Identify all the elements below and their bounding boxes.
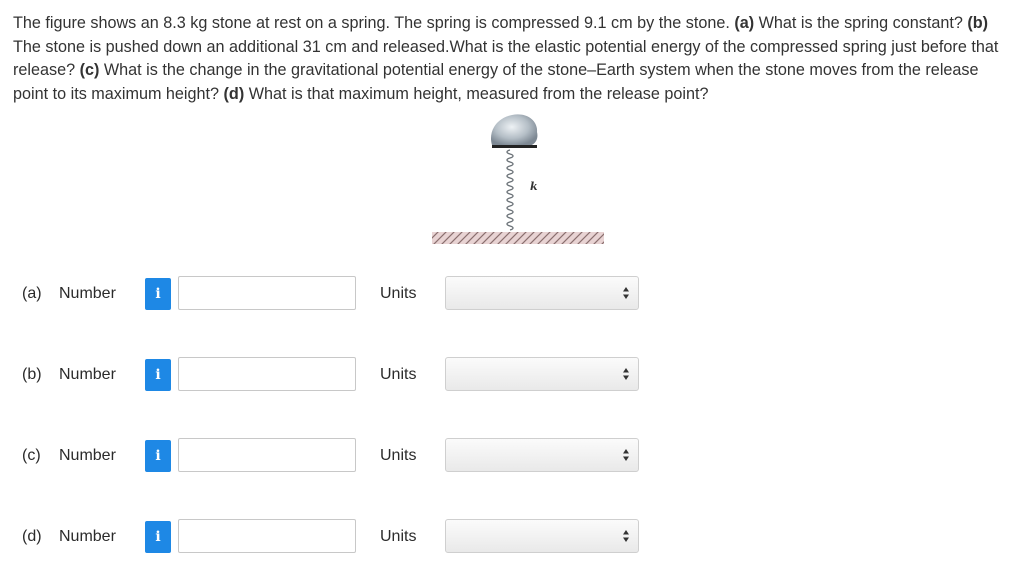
answer-row-d: (d) Number i Units: [0, 519, 1024, 557]
spring-constant-label: k: [530, 180, 538, 193]
stone-spring-figure: k: [430, 112, 606, 252]
spring-top-plate: [492, 145, 537, 148]
stone-shape: [490, 114, 538, 146]
number-input-b[interactable]: [178, 357, 356, 391]
info-icon[interactable]: i: [145, 278, 171, 310]
units-label-d: Units: [380, 528, 417, 545]
part-b-tag: (b): [967, 14, 989, 32]
answer-row-b: (b) Number i Units: [0, 357, 1024, 395]
number-input-c[interactable]: [178, 438, 356, 472]
spring-coil: [506, 149, 514, 231]
part-d-label: (d) Number: [22, 528, 116, 546]
part-a-label: (a) Number: [22, 285, 116, 303]
number-input-a[interactable]: [178, 276, 356, 310]
part-a-tag: (a): [734, 14, 755, 32]
select-arrows-icon: [623, 368, 629, 380]
info-icon[interactable]: i: [145, 521, 171, 553]
part-c-number-label: Number: [59, 447, 116, 464]
stone-spring-diagram: k: [432, 114, 604, 244]
part-c-letter: (c): [22, 447, 41, 464]
part-c-label: (c) Number: [22, 447, 116, 465]
part-d-letter: (d): [22, 528, 42, 545]
units-label-a: Units: [380, 285, 417, 302]
part-b-number-label: Number: [59, 366, 116, 383]
select-arrows-icon: [623, 287, 629, 299]
units-select-c[interactable]: [445, 438, 639, 472]
part-a-letter: (a): [22, 285, 42, 302]
units-label-b: Units: [380, 366, 417, 383]
info-icon[interactable]: i: [145, 359, 171, 391]
question-intro: The figure shows an 8.3 kg stone at rest…: [13, 14, 735, 32]
question-part-a: What is the spring constant?: [754, 14, 968, 32]
select-arrows-icon: [623, 530, 629, 542]
answer-row-a: (a) Number i Units: [0, 276, 1024, 314]
number-input-d[interactable]: [178, 519, 356, 553]
units-select-a[interactable]: [445, 276, 639, 310]
part-d-number-label: Number: [59, 528, 116, 545]
units-label-c: Units: [380, 447, 417, 464]
question-text: The figure shows an 8.3 kg stone at rest…: [13, 12, 1008, 106]
part-d-tag: (d): [223, 84, 245, 103]
part-b-letter: (b): [22, 366, 42, 383]
ground-base: [432, 232, 604, 244]
units-select-b[interactable]: [445, 357, 639, 391]
part-a-number-label: Number: [59, 285, 116, 302]
answer-row-c: (c) Number i Units: [0, 438, 1024, 476]
question-part-d: What is that maximum height, measured fr…: [244, 84, 709, 103]
select-arrows-icon: [623, 449, 629, 461]
units-select-d[interactable]: [445, 519, 639, 553]
part-b-label: (b) Number: [22, 366, 116, 384]
part-c-tag: (c): [79, 61, 100, 80]
info-icon[interactable]: i: [145, 440, 171, 472]
